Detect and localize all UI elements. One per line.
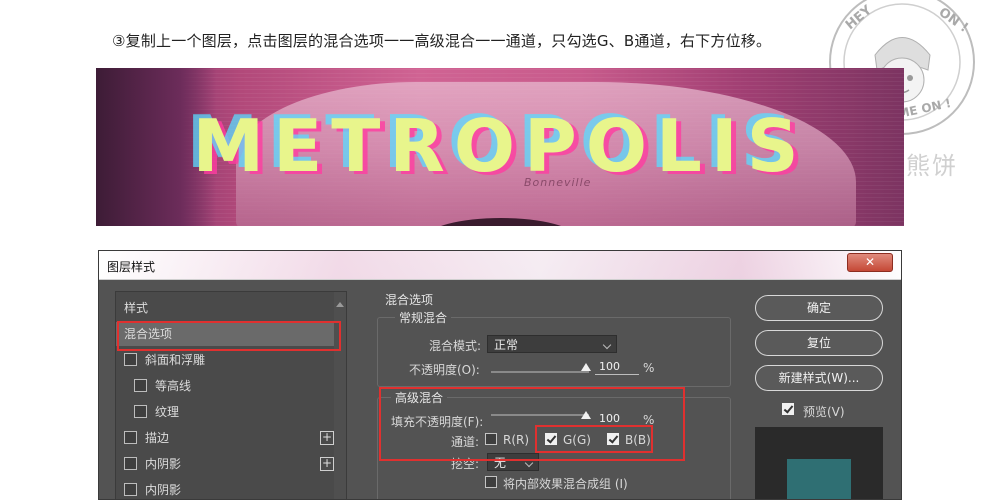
dialog-titlebar[interactable]: 图层样式 ✕: [99, 251, 901, 280]
highlight-blend-options: [117, 321, 341, 351]
opacity-unit: %: [643, 361, 655, 375]
checkbox[interactable]: [124, 483, 137, 496]
new-style-button[interactable]: 新建样式(W)...: [755, 365, 883, 391]
titlebar-background: [99, 251, 901, 279]
style-item-label: 等高线: [155, 379, 192, 393]
banner-title: METROPOLIS: [192, 104, 808, 188]
blend-interior-label: 将内部效果混合成组 (I): [503, 477, 628, 491]
styles-header[interactable]: 样式: [116, 296, 342, 320]
chevron-down-icon: [602, 340, 612, 350]
style-item-label: 内阴影: [145, 457, 182, 471]
car-script-text: Bonneville: [524, 176, 592, 189]
blend-mode-select[interactable]: 正常: [487, 335, 617, 353]
preview-thumbnail: [755, 427, 883, 499]
highlight-gb-channels: [535, 425, 653, 453]
opacity-slider-knob[interactable]: [581, 363, 591, 371]
opacity-slider[interactable]: [491, 371, 589, 373]
style-item-inner-shadow-2[interactable]: 内阴影: [116, 478, 342, 499]
preview-label: 预览(V): [803, 405, 845, 419]
reset-button[interactable]: 复位: [755, 330, 883, 356]
style-item-label: 内阴影: [145, 483, 182, 497]
scroll-up-arrow-icon[interactable]: [336, 302, 344, 307]
preview-swatch: [787, 459, 851, 499]
add-inner-shadow-button[interactable]: +: [320, 457, 334, 471]
checkbox[interactable]: [134, 405, 147, 418]
layer-style-dialog: 图层样式 ✕ 样式 混合选项 斜面和浮雕 等高线 纹理 描边 + 内阴影 + 内…: [98, 250, 902, 500]
style-item-texture[interactable]: 纹理: [116, 400, 352, 424]
checkbox[interactable]: [124, 353, 137, 366]
general-blending-title: 常规混合: [395, 309, 452, 326]
blend-options-title: 混合选项: [385, 293, 434, 307]
add-stroke-button[interactable]: +: [320, 431, 334, 445]
instruction-caption: ③复制上一个图层，点击图层的混合选项一一高级混合一一通道，只勾选G、B通道，右下…: [112, 32, 772, 50]
checkbox[interactable]: [134, 379, 147, 392]
preview-checkbox[interactable]: [782, 403, 794, 415]
blend-interior-checkbox[interactable]: [485, 476, 497, 488]
metropolis-banner: METROPOLIS Bonneville: [96, 68, 904, 226]
stamp-text-mid: ON !: [936, 5, 971, 36]
style-item-inner-shadow[interactable]: 内阴影 +: [116, 452, 342, 476]
blend-mode-label: 混合模式:: [429, 339, 482, 353]
style-item-label: 纹理: [155, 405, 180, 419]
dialog-title: 图层样式: [107, 260, 156, 274]
opacity-input[interactable]: 100: [595, 359, 639, 375]
style-item-label: 描边: [145, 431, 170, 445]
style-item-contour[interactable]: 等高线: [116, 374, 352, 398]
checkbox[interactable]: [124, 431, 137, 444]
style-item-bevel-emboss[interactable]: 斜面和浮雕: [116, 348, 342, 372]
style-item-label: 斜面和浮雕: [145, 353, 206, 367]
opacity-label: 不透明度(O):: [409, 363, 480, 377]
checkbox[interactable]: [124, 457, 137, 470]
ok-button[interactable]: 确定: [755, 295, 883, 321]
style-item-stroke[interactable]: 描边 +: [116, 426, 342, 450]
blend-mode-value: 正常: [494, 338, 519, 352]
stamp-text-top: HEY: [843, 2, 875, 33]
close-button[interactable]: ✕: [847, 253, 893, 272]
